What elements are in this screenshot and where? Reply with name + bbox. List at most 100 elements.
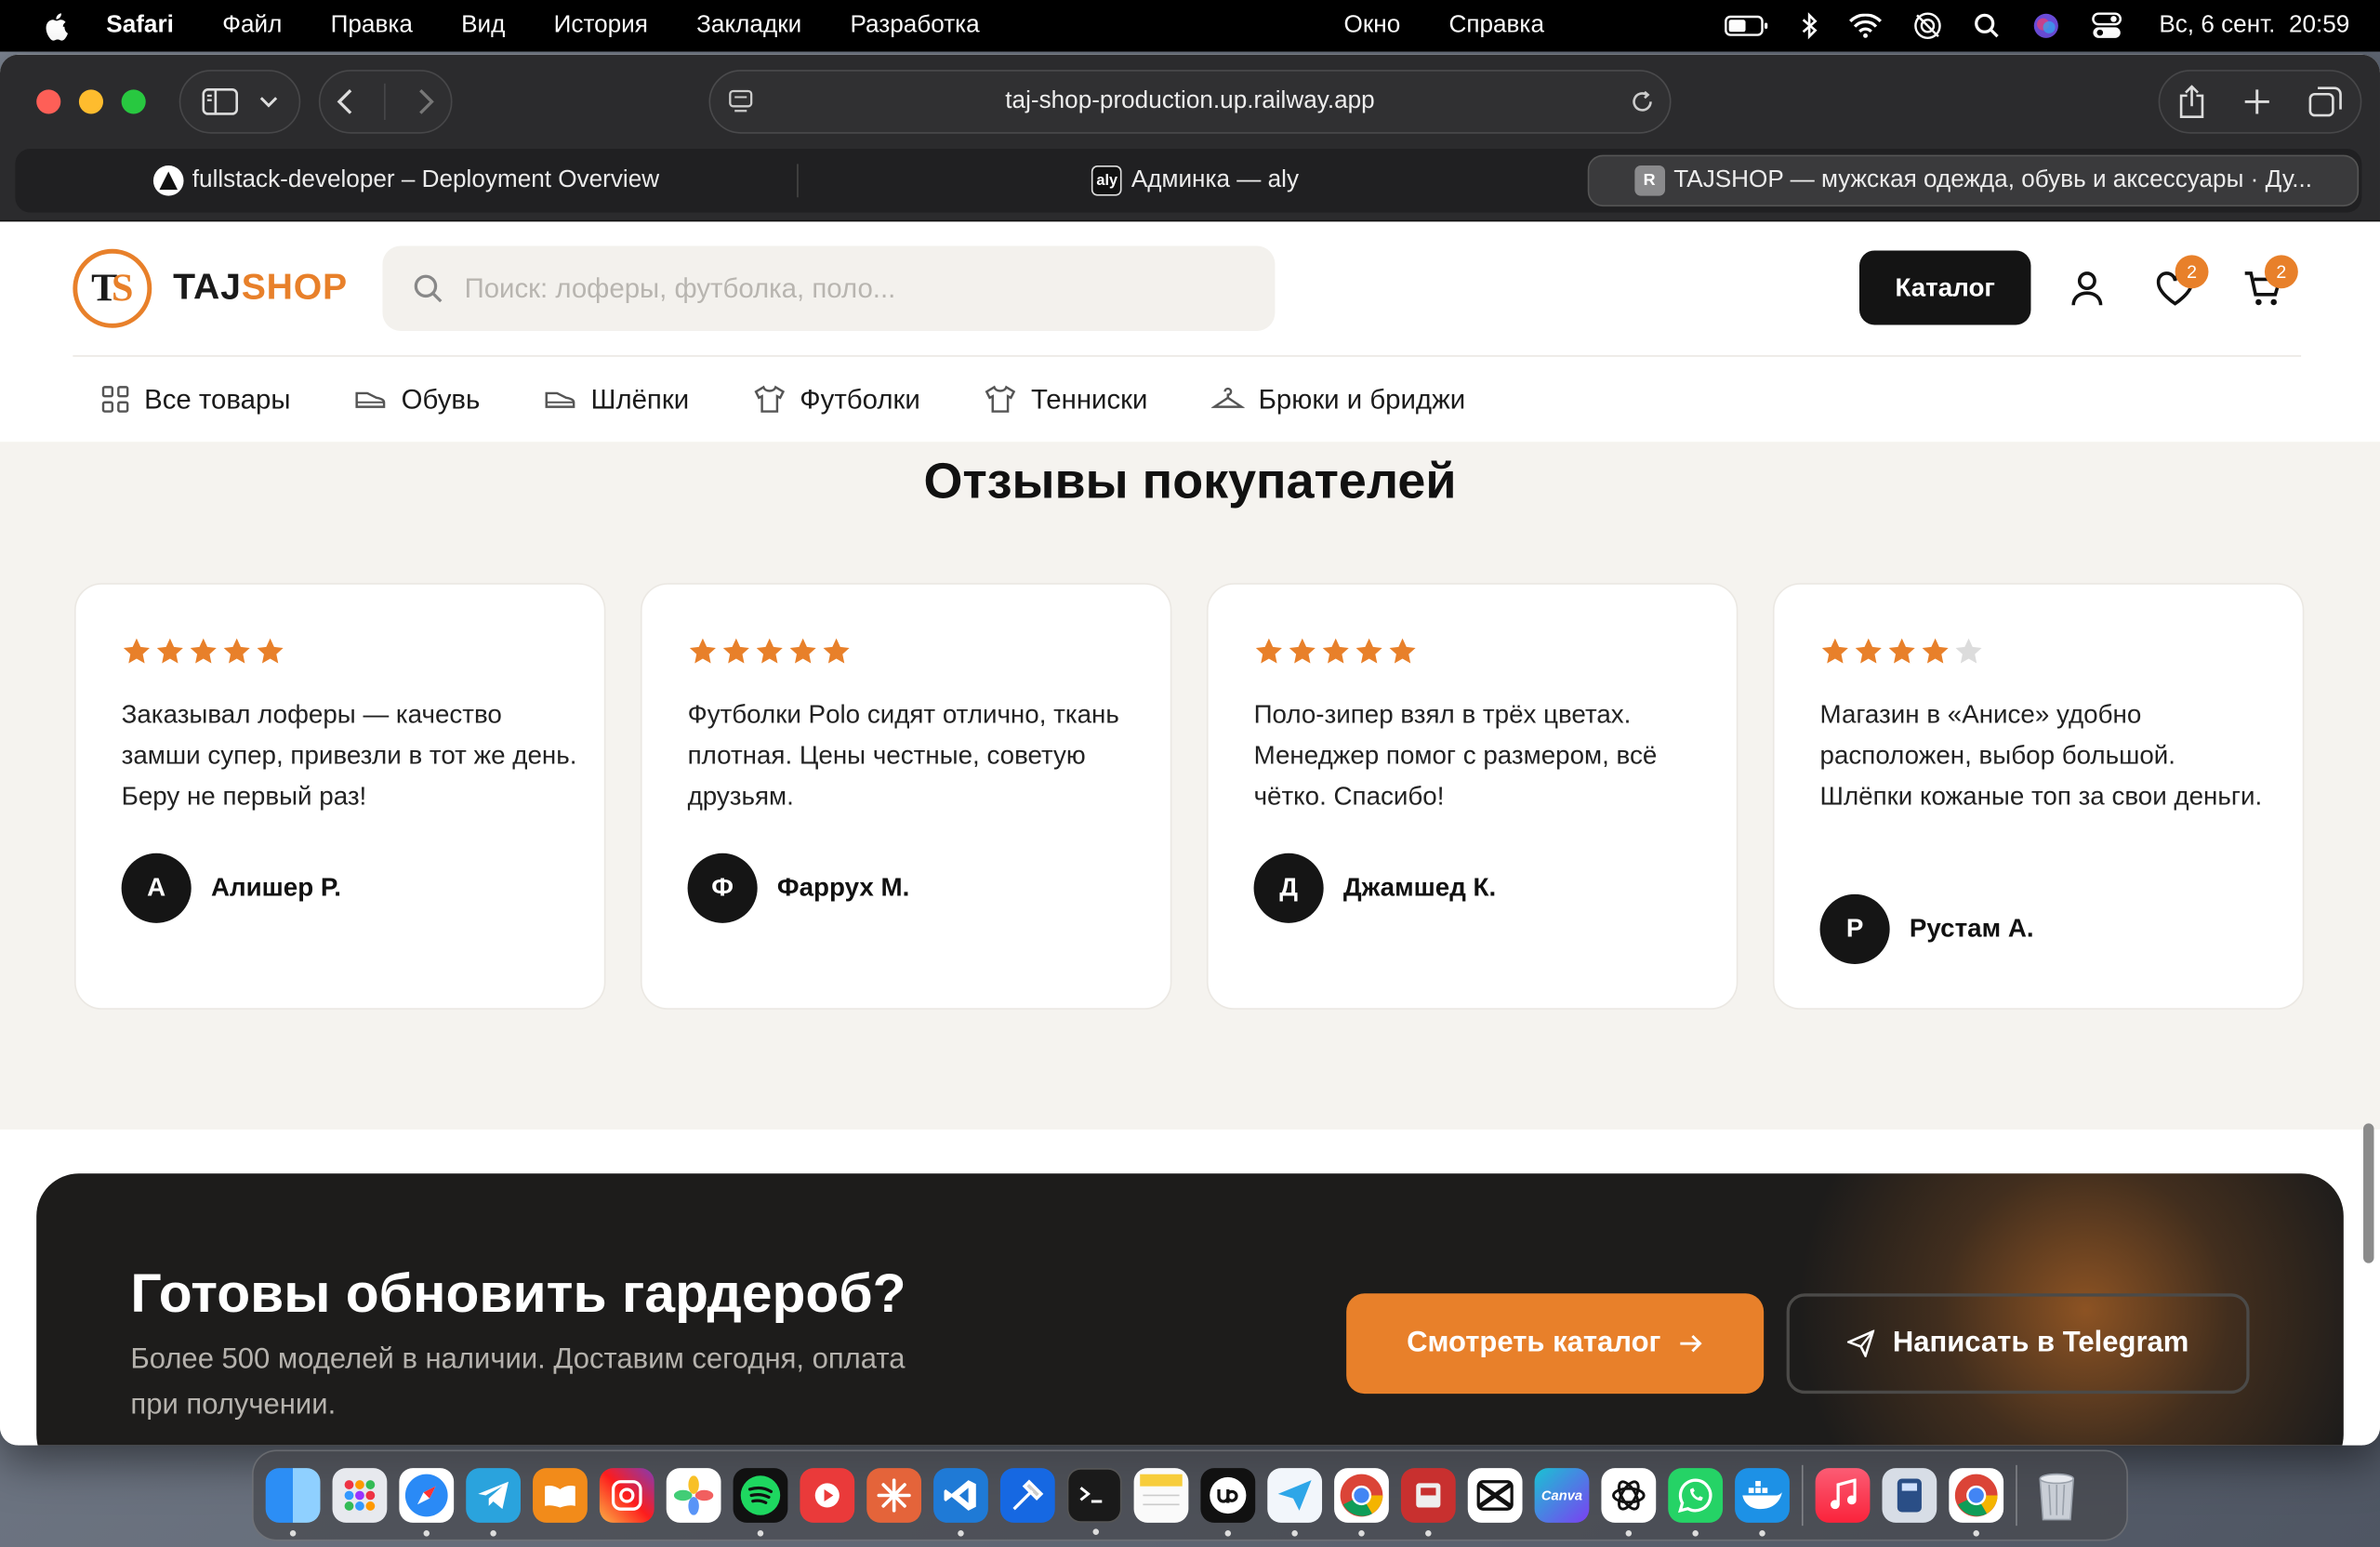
siri-icon[interactable] <box>2031 10 2062 41</box>
star-filled-icon <box>1389 638 1416 664</box>
tab-title: TAJSHOP — мужская одежда, обувь и аксесс… <box>1673 166 2313 193</box>
scrollbar-thumb[interactable] <box>2363 1123 2374 1263</box>
header-divider <box>73 355 2302 357</box>
nav-all-products[interactable]: Все товары <box>100 383 290 415</box>
catalog-button[interactable]: Каталог <box>1858 250 2031 325</box>
url-text: taj-shop-production.up.railway.app <box>1005 87 1375 114</box>
notes-icon[interactable] <box>1133 1468 1189 1523</box>
star-filled-icon <box>1821 638 1848 664</box>
menu-app-name[interactable]: Safari <box>106 12 174 39</box>
control-center-icon[interactable] <box>2092 12 2122 39</box>
star-filled-icon <box>190 638 217 664</box>
tab-railway[interactable]: fullstack-developer – Deployment Overvie… <box>15 149 797 213</box>
terminal-icon[interactable] <box>1066 1468 1122 1535</box>
star-filled-icon <box>1255 638 1282 664</box>
brand-name[interactable]: TAJSHOP <box>173 267 348 310</box>
photos-icon[interactable] <box>666 1468 721 1523</box>
search-input[interactable]: Поиск: лоферы, футболка, поло... <box>382 245 1276 331</box>
menu-develop[interactable]: Разработка <box>850 12 979 39</box>
view-catalog-button[interactable]: Смотреть каталог <box>1346 1293 1765 1395</box>
user-icon[interactable] <box>2066 267 2109 310</box>
menu-view[interactable]: Вид <box>461 12 505 39</box>
share-icon[interactable] <box>2178 85 2205 119</box>
telegram-icon[interactable] <box>466 1468 521 1537</box>
author-name: Алишер Р. <box>210 872 341 902</box>
brand-part-2: SHOP <box>241 267 349 309</box>
tab-admin[interactable]: aly Админка — aly <box>804 149 1586 213</box>
reviews-title: Отзывы покупателей <box>923 452 1457 509</box>
menu-help[interactable]: Справка <box>1448 12 1543 39</box>
review-text: Заказывал лоферы — качество замши супер,… <box>121 699 577 812</box>
avatar: А <box>121 853 192 923</box>
rating-stars <box>122 636 289 667</box>
safari-icon[interactable] <box>399 1468 455 1537</box>
xcode-icon[interactable] <box>999 1468 1055 1523</box>
nav-shoes[interactable]: Обувь <box>354 383 480 415</box>
vscode-icon[interactable] <box>933 1468 988 1537</box>
launchpad-icon[interactable] <box>332 1468 388 1523</box>
wifi-icon[interactable] <box>1849 13 1883 38</box>
search-placeholder: Поиск: лоферы, футболка, поло... <box>464 272 896 303</box>
instagram-icon[interactable] <box>599 1468 654 1523</box>
youtube-icon[interactable] <box>800 1468 855 1523</box>
menu-bookmarks[interactable]: Закладки <box>696 12 801 39</box>
nav-slippers[interactable]: Шлёпки <box>544 383 689 415</box>
menu-window[interactable]: Окно <box>1344 12 1401 39</box>
nav-tshirts[interactable]: Футболки <box>753 383 920 415</box>
airdrop-icon[interactable] <box>1913 10 1944 41</box>
back-icon[interactable] <box>336 88 354 115</box>
menu-file[interactable]: Файл <box>222 12 282 39</box>
star-filled-icon <box>722 638 749 664</box>
clock[interactable]: Вс, 6 сент. 20:59 <box>2159 12 2349 39</box>
disk-icon[interactable] <box>1882 1468 1937 1523</box>
tab-tajshop[interactable]: R TAJSHOP — мужская одежда, обувь и аксе… <box>1587 154 2360 207</box>
address-bar[interactable]: taj-shop-production.up.railway.app <box>708 70 1672 134</box>
minimize-window-button[interactable] <box>78 89 104 114</box>
canva-icon[interactable]: Canva <box>1534 1468 1590 1523</box>
reload-icon[interactable] <box>1630 89 1654 113</box>
zoom-window-button[interactable] <box>121 89 146 114</box>
review-text: Футболки Polo сидят отлично, ткань плотн… <box>687 699 1119 812</box>
chatgpt-icon[interactable] <box>1601 1468 1657 1537</box>
logo-icon[interactable]: TS <box>73 248 152 328</box>
chrome-icon[interactable] <box>1334 1468 1389 1537</box>
chrome-icon[interactable] <box>1949 1468 2004 1537</box>
books-icon[interactable] <box>533 1468 588 1523</box>
nav-polo-shirts[interactable]: Тенниски <box>984 383 1147 415</box>
brand-part-1: TAJ <box>173 267 242 309</box>
telegram-button[interactable]: Написать в Telegram <box>1786 1293 2250 1395</box>
menu-history[interactable]: История <box>554 12 648 39</box>
bluetooth-icon[interactable] <box>1801 12 1819 40</box>
paper-plane-icon[interactable] <box>1267 1468 1323 1537</box>
forward-icon[interactable] <box>417 88 436 115</box>
claude-icon[interactable] <box>866 1468 922 1523</box>
whatsapp-icon[interactable] <box>1668 1468 1724 1537</box>
apple-icon[interactable] <box>43 10 73 41</box>
dock-separator <box>2016 1464 2017 1527</box>
page-menu-icon[interactable] <box>729 89 753 113</box>
avatar: Д <box>1253 853 1324 923</box>
spotlight-search-icon[interactable] <box>1974 12 2001 39</box>
review-card: Поло-зипер взял в трёх цветах. Менеджер … <box>1206 583 1739 1010</box>
review-card: Футболки Polo сидят отлично, ткань плотн… <box>640 583 1172 1010</box>
archive-icon[interactable] <box>1400 1468 1456 1537</box>
spotify-icon[interactable] <box>733 1468 788 1537</box>
menu-edit[interactable]: Правка <box>331 12 413 39</box>
send-icon <box>1846 1329 1875 1357</box>
capcut-icon[interactable] <box>1467 1468 1523 1523</box>
cta-title: Готовы обновить гардероб? <box>130 1262 906 1324</box>
upwork-icon[interactable] <box>1200 1468 1256 1537</box>
new-tab-icon[interactable] <box>2243 88 2270 115</box>
nav-label: Шлёпки <box>590 383 690 414</box>
browser-toolbar: taj-shop-production.up.railway.app fulls… <box>0 54 2380 222</box>
close-window-button[interactable] <box>36 89 61 114</box>
trash-icon[interactable] <box>2030 1468 2084 1523</box>
music-icon[interactable] <box>1815 1468 1871 1523</box>
sidebar-toggle-button[interactable] <box>178 70 301 134</box>
finder-icon[interactable] <box>265 1468 321 1537</box>
docker-icon[interactable] <box>1735 1468 1790 1537</box>
nav-trousers[interactable]: Брюки и бриджи <box>1211 383 1465 415</box>
battery-icon[interactable] <box>1725 14 1770 38</box>
star-filled-icon <box>823 638 850 664</box>
tab-overview-icon[interactable] <box>2308 86 2342 117</box>
